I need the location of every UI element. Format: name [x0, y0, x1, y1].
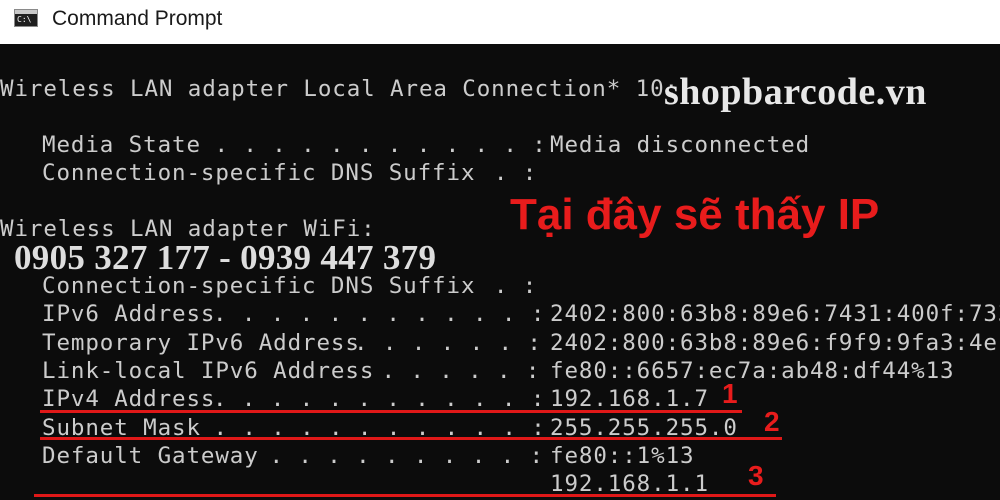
- ipv4-underline: [40, 410, 742, 413]
- dns-suffix-dots-2: . :: [465, 273, 538, 299]
- marker-3: 3: [748, 460, 764, 491]
- marker-2: 2: [764, 406, 780, 437]
- media-state-dots: . . . . . . . . . . . :: [200, 132, 547, 158]
- link-local-dots: . . . . . :: [367, 358, 541, 384]
- ipv4-dots: . . . . . . . . . . . :: [213, 386, 546, 412]
- gateway-underline: [34, 494, 776, 497]
- link-local-value: fe80::6657:ec7a:ab48:df44%13: [550, 358, 955, 384]
- temp-ipv6-label: Temporary IPv6 Address: [42, 330, 360, 356]
- gateway-value: fe80::1%13: [550, 443, 695, 469]
- window-title: Command Prompt: [52, 7, 223, 30]
- link-local-label: Link-local IPv6 Address: [42, 358, 375, 384]
- temp-ipv6-value: 2402:800:63b8:89e6:f9f9:9fa3:4ef: [550, 330, 1000, 356]
- watermark-site: shopbarcode.vn: [664, 71, 927, 113]
- ipv4-label: IPv4 Address: [42, 386, 216, 412]
- ipv6-dots: . . . . . . . . . . . :: [213, 301, 546, 327]
- media-state-value: Media disconnected: [550, 132, 811, 158]
- gateway-label: Default Gateway: [42, 443, 259, 469]
- marker-1: 1: [722, 378, 738, 409]
- temp-ipv6-dots: . . . . . . :: [354, 330, 542, 356]
- dns-suffix-label-1: Connection-specific DNS Suffix: [42, 160, 476, 186]
- cmd-icon: C:\: [14, 9, 38, 27]
- ipv6-label: IPv6 Address: [42, 301, 216, 327]
- callout-text: Tại đây sẽ thấy IP: [510, 190, 880, 239]
- gateway-dots: . . . . . . . . . :: [255, 443, 544, 469]
- adapter1-header: Wireless LAN adapter Local Area Connecti…: [0, 76, 679, 102]
- subnet-underline: [40, 437, 782, 440]
- watermark-phone: 0905 327 177 - 0939 447 379: [14, 238, 437, 277]
- dns-suffix-dots-1: . :: [465, 160, 538, 186]
- ipv6-value: 2402:800:63b8:89e6:7431:400f:733: [550, 301, 1000, 327]
- media-state-label: Media State: [42, 132, 201, 158]
- title-bar: C:\ Command Prompt: [0, 0, 1000, 44]
- ipv4-value: 192.168.1.7: [550, 386, 709, 412]
